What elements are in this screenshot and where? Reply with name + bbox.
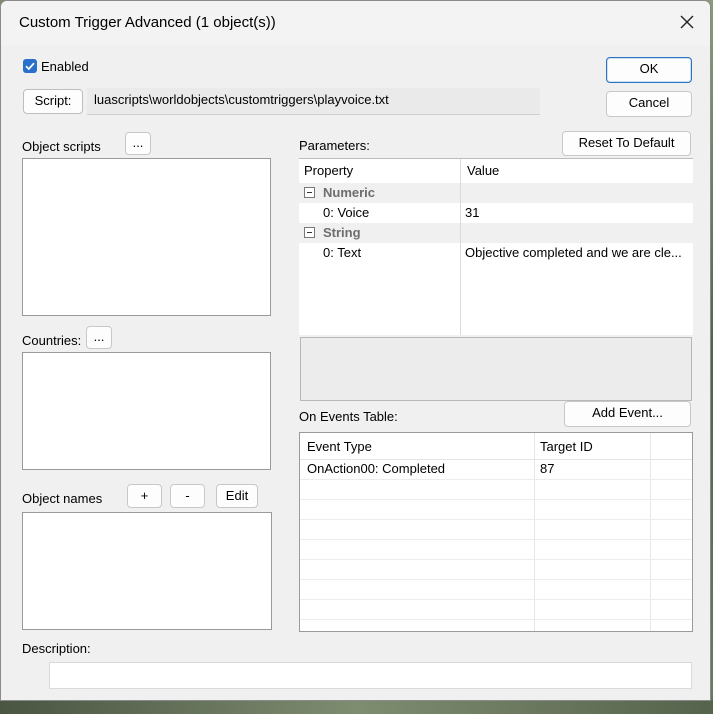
dialog-window: Custom Trigger Advanced (1 object(s)) En… bbox=[0, 0, 711, 701]
checkmark-icon bbox=[25, 62, 35, 71]
column-divider bbox=[460, 159, 461, 335]
property-name: 0: Text bbox=[323, 245, 362, 260]
property-value[interactable]: 31 bbox=[465, 205, 479, 220]
reset-to-default-button[interactable]: Reset To Default bbox=[562, 131, 691, 156]
description-label: Description: bbox=[22, 641, 91, 656]
object-names-list[interactable] bbox=[22, 512, 272, 630]
enabled-label: Enabled bbox=[41, 59, 89, 74]
target-id-cell[interactable]: 87 bbox=[540, 461, 554, 476]
countries-browse-button[interactable]: ... bbox=[86, 326, 112, 349]
background-edge-bottom bbox=[0, 700, 713, 714]
row-divider bbox=[300, 559, 692, 560]
ok-button[interactable]: OK bbox=[606, 57, 692, 83]
column-divider bbox=[534, 433, 535, 631]
column-header-value[interactable]: Value bbox=[467, 163, 499, 178]
object-scripts-browse-button[interactable]: ... bbox=[125, 132, 151, 155]
countries-list[interactable] bbox=[22, 352, 271, 470]
column-header-property[interactable]: Property bbox=[304, 163, 353, 178]
object-names-label: Object names bbox=[22, 491, 103, 506]
row-divider bbox=[300, 519, 692, 520]
add-event-button[interactable]: Add Event... bbox=[564, 401, 691, 427]
enabled-checkbox[interactable] bbox=[23, 59, 37, 73]
property-grid-header: Property Value bbox=[299, 159, 693, 184]
collapse-icon[interactable] bbox=[304, 227, 315, 238]
on-events-table-label: On Events Table: bbox=[299, 409, 398, 424]
object-scripts-label: Object scripts bbox=[22, 139, 101, 154]
column-header-target-id[interactable]: Target ID bbox=[540, 439, 593, 454]
row-divider bbox=[300, 599, 692, 600]
property-description-panel bbox=[300, 337, 692, 401]
script-button[interactable]: Script: bbox=[23, 89, 83, 114]
category-label: Numeric bbox=[323, 185, 376, 200]
collapse-icon[interactable] bbox=[304, 187, 315, 198]
script-path-field[interactable]: luascripts\worldobjects\customtriggers\p… bbox=[87, 88, 540, 115]
title-bar: Custom Trigger Advanced (1 object(s)) bbox=[1, 1, 710, 45]
column-header-event-type[interactable]: Event Type bbox=[307, 439, 372, 454]
events-table-header: Event Type Target ID bbox=[300, 433, 692, 460]
property-row-text[interactable]: 0: Text Objective completed and we are c… bbox=[299, 243, 693, 263]
events-table[interactable]: Event Type Target ID OnAction00: Complet… bbox=[299, 432, 693, 632]
add-object-name-button[interactable]: + bbox=[127, 484, 162, 508]
property-row-voice[interactable]: 0: Voice 31 bbox=[299, 203, 693, 223]
property-name: 0: Voice bbox=[323, 205, 370, 220]
object-scripts-list[interactable] bbox=[22, 158, 271, 316]
category-string[interactable]: String bbox=[299, 223, 693, 243]
description-field[interactable] bbox=[49, 662, 692, 689]
row-divider bbox=[300, 479, 692, 480]
cancel-button[interactable]: Cancel bbox=[606, 91, 692, 117]
remove-object-name-button[interactable]: - bbox=[170, 484, 205, 508]
window-title: Custom Trigger Advanced (1 object(s)) bbox=[19, 14, 276, 31]
row-divider bbox=[300, 539, 692, 540]
category-label: String bbox=[323, 225, 361, 240]
row-divider bbox=[300, 619, 692, 620]
close-icon[interactable] bbox=[678, 13, 696, 31]
row-divider bbox=[300, 579, 692, 580]
row-divider bbox=[300, 499, 692, 500]
property-grid[interactable]: Property Value Numeric 0: Voice 31 Strin… bbox=[299, 158, 693, 335]
category-numeric[interactable]: Numeric bbox=[299, 183, 693, 203]
property-value[interactable]: Objective completed and we are cle... bbox=[465, 245, 682, 260]
column-divider bbox=[650, 433, 651, 631]
parameters-label: Parameters: bbox=[299, 138, 370, 153]
edit-object-name-button[interactable]: Edit bbox=[216, 484, 258, 508]
property-grid-empty-area bbox=[299, 263, 693, 335]
countries-label: Countries: bbox=[22, 333, 82, 348]
event-type-cell[interactable]: OnAction00: Completed bbox=[307, 461, 445, 476]
